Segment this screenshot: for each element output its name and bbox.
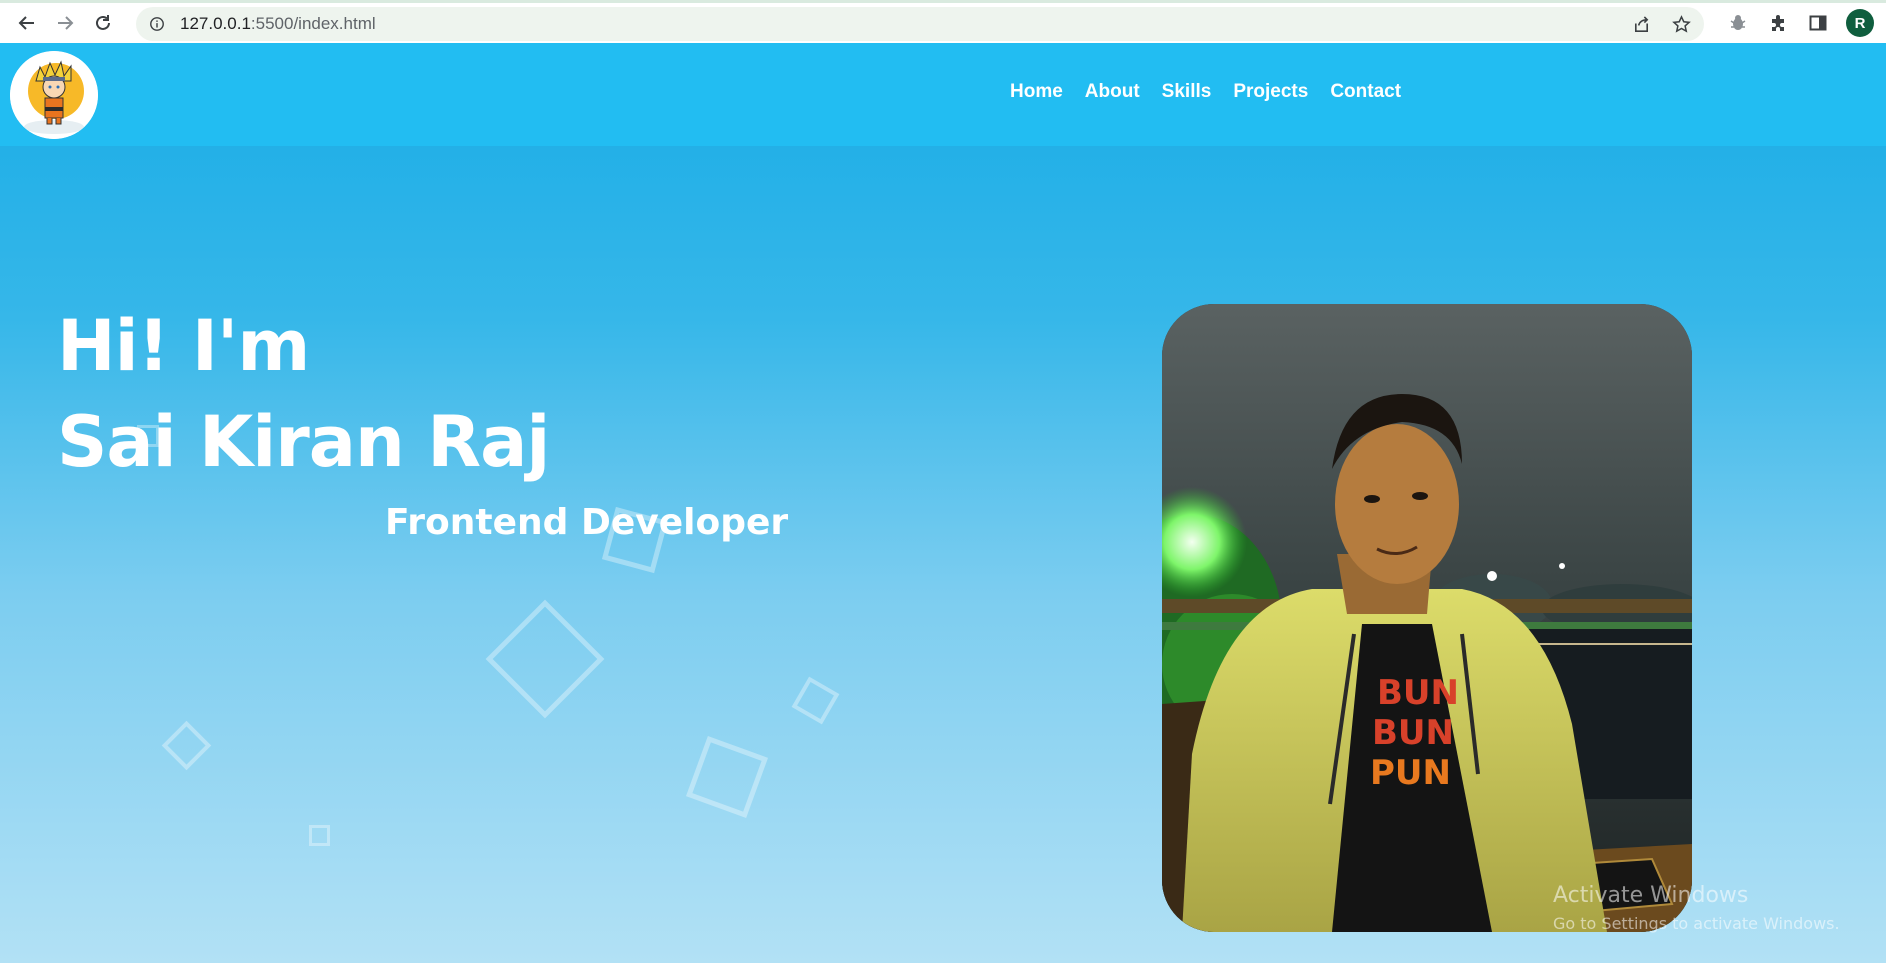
main-nav: Home About Skills Projects Contact — [1010, 81, 1401, 103]
back-icon[interactable] — [8, 4, 46, 42]
svg-text:PUN: PUN — [1370, 753, 1451, 793]
decorative-square — [791, 676, 840, 725]
nav-about[interactable]: About — [1085, 81, 1140, 103]
svg-text:BUN: BUN — [1372, 713, 1454, 753]
decorative-square — [485, 599, 605, 719]
decorative-square — [161, 720, 212, 771]
greeting-heading: Hi! I'm — [57, 305, 310, 387]
svg-text:BUN: BUN — [1377, 673, 1459, 713]
portfolio-page: Home About Skills Projects Contact Hi! I… — [0, 43, 1886, 963]
nav-skills[interactable]: Skills — [1162, 81, 1212, 103]
extension-bug-icon[interactable] — [1726, 11, 1750, 35]
site-header: Home About Skills Projects Contact — [0, 43, 1886, 146]
reload-icon[interactable] — [84, 4, 122, 42]
name-heading: Sai Kiran Raj — [57, 401, 550, 483]
nav-projects[interactable]: Projects — [1233, 81, 1308, 103]
profile-photo: BUN BUN PUN — [1162, 304, 1692, 932]
bookmark-star-icon[interactable] — [1670, 13, 1692, 35]
nav-home[interactable]: Home — [1010, 81, 1063, 103]
side-panel-icon[interactable] — [1806, 11, 1830, 35]
forward-icon[interactable] — [46, 4, 84, 42]
role-subtitle: Frontend Developer — [385, 502, 789, 543]
profile-avatar[interactable]: R — [1846, 9, 1874, 37]
browser-toolbar: 127.0.0.1:5500/index.html R — [0, 0, 1886, 43]
url-path: :5500/index.html — [250, 14, 376, 33]
decorative-square — [309, 825, 330, 846]
share-icon[interactable] — [1630, 13, 1652, 35]
url-text: 127.0.0.1:5500/index.html — [180, 14, 376, 34]
site-info-icon[interactable] — [148, 15, 166, 33]
nav-contact[interactable]: Contact — [1330, 81, 1401, 103]
url-host: 127.0.0.1 — [180, 14, 251, 33]
extensions-puzzle-icon[interactable] — [1766, 11, 1790, 35]
address-bar[interactable]: 127.0.0.1:5500/index.html — [136, 7, 1704, 41]
logo[interactable] — [10, 51, 98, 139]
decorative-square — [685, 735, 769, 819]
